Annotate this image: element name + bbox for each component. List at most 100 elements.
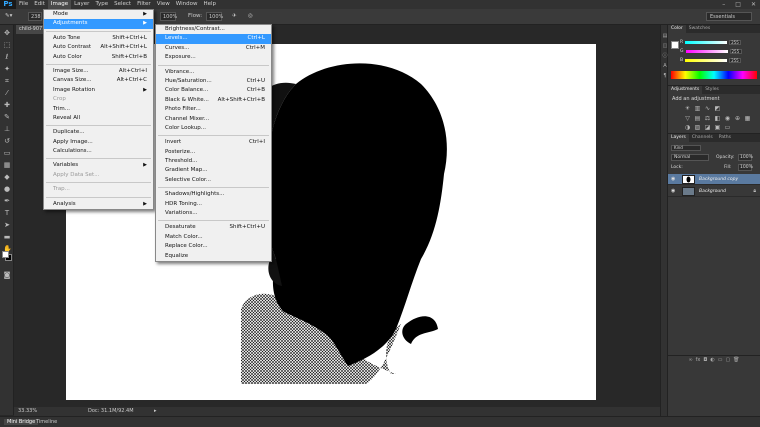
status-menu-arrow-icon[interactable]: ▸	[154, 407, 157, 416]
menu-help[interactable]: Help	[200, 0, 219, 9]
menu-item-auto-color[interactable]: Auto Color Shift+Ctrl+B	[44, 53, 153, 62]
add-mask-icon[interactable]: ◘	[703, 356, 707, 363]
menu-item-black-white[interactable]: Black & White... Alt+Shift+Ctrl+B	[156, 96, 271, 105]
menu-file[interactable]: File	[16, 0, 31, 9]
marquee-tool-icon[interactable]: ⬚	[3, 41, 11, 49]
menu-item-levels[interactable]: Levels... Ctrl+L	[156, 34, 271, 44]
layer-row[interactable]: ◉ Background copy	[668, 174, 760, 185]
eyedropper-tool-icon[interactable]: ⁄	[3, 89, 11, 97]
airbrush-icon[interactable]: ✈	[232, 13, 237, 19]
levels-icon[interactable]: ▥	[694, 105, 701, 112]
menu-item-threshold[interactable]: Threshold...	[156, 157, 271, 166]
brush-tool-icon[interactable]: ✎	[3, 113, 11, 121]
close-button[interactable]: ✕	[751, 0, 756, 9]
menu-item-reveal-all[interactable]: Reveal All	[44, 114, 153, 123]
menu-filter[interactable]: Filter	[134, 0, 154, 9]
visibility-eye-icon[interactable]: ◉	[671, 177, 676, 182]
type-tool-icon[interactable]: T	[3, 209, 11, 217]
menu-item-adjustments[interactable]: Adjustments ▶	[44, 19, 153, 29]
selective-color-icon[interactable]: ▣	[714, 124, 721, 131]
menu-item-mode[interactable]: Mode ▶	[44, 10, 153, 19]
invert-icon[interactable]: ◑	[684, 124, 691, 131]
menu-layer[interactable]: Layer	[71, 0, 92, 9]
menu-item-image-size[interactable]: Image Size... Alt+Ctrl+I	[44, 67, 153, 76]
blend-mode-select[interactable]: Normal	[671, 154, 709, 161]
menu-item-equalize[interactable]: Equalize	[156, 252, 271, 261]
blue-value-field[interactable]: 255	[729, 57, 742, 63]
red-slider[interactable]	[685, 40, 728, 44]
color-balance-icon[interactable]: ⚖	[704, 115, 711, 122]
color-preview-swatch[interactable]	[671, 41, 679, 49]
tab-mini-bridge[interactable]: Mini Bridge	[4, 419, 39, 425]
quick-select-tool-icon[interactable]: ✦	[3, 65, 11, 73]
menu-item-selective-color[interactable]: Selective Color...	[156, 176, 271, 185]
green-slider[interactable]	[685, 49, 728, 53]
path-select-tool-icon[interactable]: ➤	[3, 221, 11, 229]
exposure-icon[interactable]: ◩	[714, 105, 721, 112]
delete-layer-icon[interactable]: 🗑︎	[733, 356, 739, 363]
quick-mask-icon[interactable]: ◙	[3, 271, 11, 279]
flow-field[interactable]: 100%	[206, 12, 223, 21]
hue-saturation-icon[interactable]: ▤	[694, 115, 701, 122]
new-group-icon[interactable]: ▭	[718, 356, 723, 363]
posterize-icon[interactable]: ▨	[694, 124, 701, 131]
maximize-button[interactable]: □	[735, 0, 741, 9]
foreground-color-swatch[interactable]	[2, 251, 9, 258]
menu-item-shadows-highlights[interactable]: Shadows/Highlights...	[156, 190, 271, 199]
green-value-field[interactable]: 255	[729, 48, 742, 54]
tab-color[interactable]: Color	[668, 25, 686, 33]
new-adjustment-icon[interactable]: ◐	[710, 356, 714, 363]
pressure-icon[interactable]: ◎	[248, 13, 253, 19]
red-value-field[interactable]: 255	[729, 39, 742, 45]
black-white-icon[interactable]: ◧	[714, 115, 721, 122]
menu-item-duplicate[interactable]: Duplicate...	[44, 128, 153, 137]
menu-window[interactable]: Window	[173, 0, 201, 9]
opacity-field[interactable]: 100%	[160, 12, 177, 21]
menu-item-color-balance[interactable]: Color Balance... Ctrl+B	[156, 86, 271, 95]
menu-item-channel-mixer[interactable]: Channel Mixer...	[156, 115, 271, 124]
menu-item-auto-tone[interactable]: Auto Tone Shift+Ctrl+L	[44, 34, 153, 43]
brightness-icon[interactable]: ☀	[684, 105, 691, 112]
menu-item-gradient-map[interactable]: Gradient Map...	[156, 166, 271, 175]
healing-tool-icon[interactable]: ✚	[3, 101, 11, 109]
menu-item-invert[interactable]: Invert Ctrl+I	[156, 138, 271, 147]
curves-icon[interactable]: ∿	[704, 105, 711, 112]
tab-adjustments[interactable]: Adjustments	[668, 86, 703, 94]
layer-fill-field[interactable]: 100%	[738, 164, 753, 171]
color-lookup-icon[interactable]: ▦	[744, 115, 751, 122]
dodge-tool-icon[interactable]: ●	[3, 185, 11, 193]
layer-filter-select[interactable]: Kind	[671, 145, 701, 151]
crop-tool-icon[interactable]: ⌗	[3, 77, 11, 85]
menu-item-apply-image[interactable]: Apply Image...	[44, 138, 153, 147]
link-layers-icon[interactable]: ∞	[688, 356, 692, 363]
history-brush-icon[interactable]: ↺	[3, 137, 11, 145]
menu-item-posterize[interactable]: Posterize...	[156, 148, 271, 157]
brush-size-field[interactable]: 238	[28, 12, 42, 21]
channel-mixer-icon[interactable]: ⊕	[734, 115, 741, 122]
brush-tool-icon[interactable]: ✎▾	[5, 13, 12, 19]
new-layer-icon[interactable]: ▢	[725, 356, 730, 363]
menu-item-hdr-toning[interactable]: HDR Toning...	[156, 200, 271, 209]
menu-select[interactable]: Select	[111, 0, 134, 9]
tab-timeline[interactable]: Timeline	[36, 419, 57, 425]
tab-styles[interactable]: Styles	[702, 86, 722, 94]
menu-type[interactable]: Type	[92, 0, 111, 9]
blue-slider[interactable]	[685, 58, 728, 62]
menu-item-auto-contrast[interactable]: Auto Contrast Alt+Shift+Ctrl+L	[44, 43, 153, 52]
menu-item-image-rotation[interactable]: Image Rotation ▶	[44, 86, 153, 95]
menu-item-trim[interactable]: Trim...	[44, 105, 153, 114]
visibility-eye-icon[interactable]: ◉	[671, 189, 676, 194]
layer-opacity-field[interactable]: 100%	[738, 154, 753, 161]
menu-item-variables[interactable]: Variables ▶	[44, 161, 153, 170]
photo-filter-icon[interactable]: ◉	[724, 115, 731, 122]
menu-item-match-color[interactable]: Match Color...	[156, 233, 271, 242]
move-tool-icon[interactable]: ✥	[3, 29, 11, 37]
menu-item-vibrance[interactable]: Vibrance...	[156, 68, 271, 77]
tab-layers[interactable]: Layers	[668, 134, 689, 142]
menu-edit[interactable]: Edit	[31, 0, 48, 9]
menu-item-curves[interactable]: Curves... Ctrl+M	[156, 44, 271, 53]
menu-item-calculations[interactable]: Calculations...	[44, 147, 153, 156]
menu-view[interactable]: View	[154, 0, 173, 9]
layer-row[interactable]: ◉ Background 🔒︎	[668, 186, 760, 197]
vibrance-icon[interactable]: ▽	[684, 115, 691, 122]
